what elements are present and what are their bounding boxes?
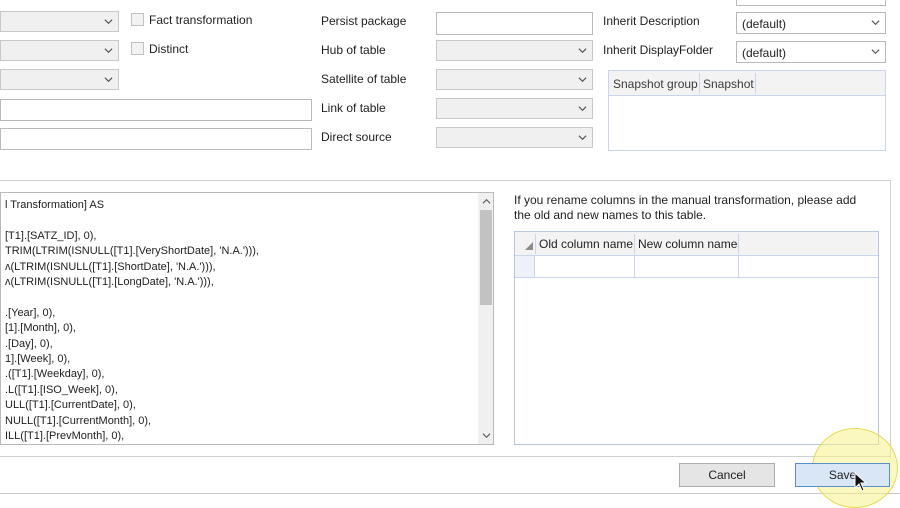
cancel-button[interactable]: Cancel bbox=[679, 463, 775, 487]
code-line: ʌ(LTRIM(ISNULL([T1].[LongDate], 'N.A.'))… bbox=[5, 276, 214, 288]
snapshot-grid[interactable]: Snapshot group Snapshot bbox=[608, 70, 886, 151]
hub-of-table-select[interactable] bbox=[436, 40, 593, 61]
combo-2[interactable] bbox=[0, 40, 119, 61]
column-header-snapshot[interactable]: Snapshot bbox=[703, 77, 754, 91]
chevron-down-icon bbox=[578, 77, 587, 83]
scroll-thumb[interactable] bbox=[480, 210, 492, 305]
inherit-description-select[interactable]: (default) bbox=[736, 12, 886, 34]
persist-package-label: Persist package bbox=[321, 14, 407, 28]
distinct-checkbox[interactable] bbox=[131, 42, 144, 55]
direct-source-select[interactable] bbox=[436, 127, 593, 148]
code-editor[interactable]: l Transformation] AS [T1].[SATZ_ID], 0), T… bbox=[0, 192, 494, 445]
fact-transformation-label: Fact transformation bbox=[149, 13, 253, 27]
rename-grid[interactable]: Old column name New column name bbox=[514, 231, 879, 445]
snapshot-grid-header: Snapshot group Snapshot bbox=[609, 71, 885, 96]
code-line: .L([T1].[ISO_Week], 0), bbox=[5, 383, 118, 396]
code-line: .[Year], 0), bbox=[5, 306, 56, 319]
scroll-down-icon[interactable] bbox=[482, 431, 491, 440]
persist-package-field[interactable] bbox=[436, 12, 593, 35]
inherit-displayfolder-value: (default) bbox=[742, 46, 787, 60]
satellite-of-table-select[interactable] bbox=[436, 69, 593, 90]
chevron-down-icon bbox=[578, 135, 587, 141]
code-line: ILL([T1].[PrevMonth], 0), bbox=[5, 430, 125, 442]
link-of-table-label: Link of table bbox=[321, 101, 386, 115]
scroll-up-icon[interactable] bbox=[482, 197, 491, 206]
code-scrollbar[interactable] bbox=[478, 193, 493, 444]
column-header-new-name[interactable]: New column name bbox=[638, 237, 737, 251]
fact-transformation-checkbox[interactable] bbox=[131, 13, 144, 26]
link-of-table-select[interactable] bbox=[436, 98, 593, 119]
section-frame-right bbox=[890, 180, 891, 458]
direct-source-label: Direct source bbox=[321, 130, 392, 144]
inherit-displayfolder-label: Inherit DisplayFolder bbox=[603, 43, 714, 57]
column-divider bbox=[535, 234, 536, 254]
code-line: .([T1].[Weekday], 0), bbox=[5, 368, 105, 381]
rename-grid-header: Old column name New column name bbox=[515, 232, 878, 256]
new-name-cell[interactable] bbox=[635, 256, 739, 277]
rename-help-text: If you rename columns in the manual tran… bbox=[514, 193, 857, 222]
code-line: 1].[Week], 0), bbox=[5, 353, 71, 365]
mouse-cursor-icon bbox=[854, 472, 868, 492]
hub-of-table-label: Hub of table bbox=[321, 43, 386, 57]
new-row[interactable] bbox=[515, 256, 878, 278]
code-line: ʌ(LTRIM(ISNULL([T1].[ShortDate], 'N.A.')… bbox=[5, 260, 216, 273]
code-line: [1].[Month], 0), bbox=[5, 322, 76, 335]
chevron-down-icon bbox=[578, 106, 587, 112]
footer-bottom-line bbox=[0, 493, 900, 494]
code-line: ULL([T1].[CurrentDate], 0), bbox=[5, 399, 136, 412]
chevron-down-icon bbox=[871, 49, 880, 55]
column-divider bbox=[699, 73, 700, 94]
column-divider bbox=[755, 73, 756, 94]
inherit-description-value: (default) bbox=[742, 17, 787, 31]
column-divider bbox=[738, 234, 739, 254]
code-line: l Transformation] AS bbox=[5, 199, 105, 211]
code-line: [T1].[SATZ_ID], 0), bbox=[5, 229, 97, 242]
row-header[interactable] bbox=[515, 256, 535, 277]
chevron-down-icon bbox=[871, 20, 880, 26]
top-right-field-clipped[interactable] bbox=[736, 0, 886, 6]
text-field-1[interactable] bbox=[0, 99, 312, 121]
select-all-corner-icon[interactable] bbox=[524, 241, 534, 251]
chevron-down-icon bbox=[104, 77, 113, 83]
code-line: .[Day], 0), bbox=[5, 337, 53, 350]
code-line: TRIM(LTRIM(ISNULL([T1].[VeryShortDate], … bbox=[5, 245, 259, 258]
chevron-down-icon bbox=[578, 48, 587, 54]
combo-1[interactable] bbox=[0, 11, 119, 32]
satellite-of-table-label: Satellite of table bbox=[321, 72, 407, 86]
text-field-2[interactable] bbox=[0, 128, 312, 150]
column-header-old-name[interactable]: Old column name bbox=[539, 237, 633, 251]
code-line: NULL([T1].[CurrentMonth], 0), bbox=[5, 414, 152, 427]
column-divider bbox=[634, 234, 635, 254]
old-name-cell[interactable] bbox=[535, 256, 635, 277]
combo-3[interactable] bbox=[0, 69, 119, 90]
save-button[interactable]: Save bbox=[795, 463, 890, 487]
chevron-down-icon bbox=[104, 48, 113, 54]
footer-divider bbox=[0, 456, 891, 457]
column-header-snapshot-group[interactable]: Snapshot group bbox=[613, 77, 698, 91]
inherit-displayfolder-select[interactable]: (default) bbox=[736, 41, 886, 63]
chevron-down-icon bbox=[104, 19, 113, 25]
distinct-label: Distinct bbox=[149, 42, 189, 56]
inherit-description-label: Inherit Description bbox=[603, 14, 700, 28]
section-divider bbox=[0, 180, 891, 181]
